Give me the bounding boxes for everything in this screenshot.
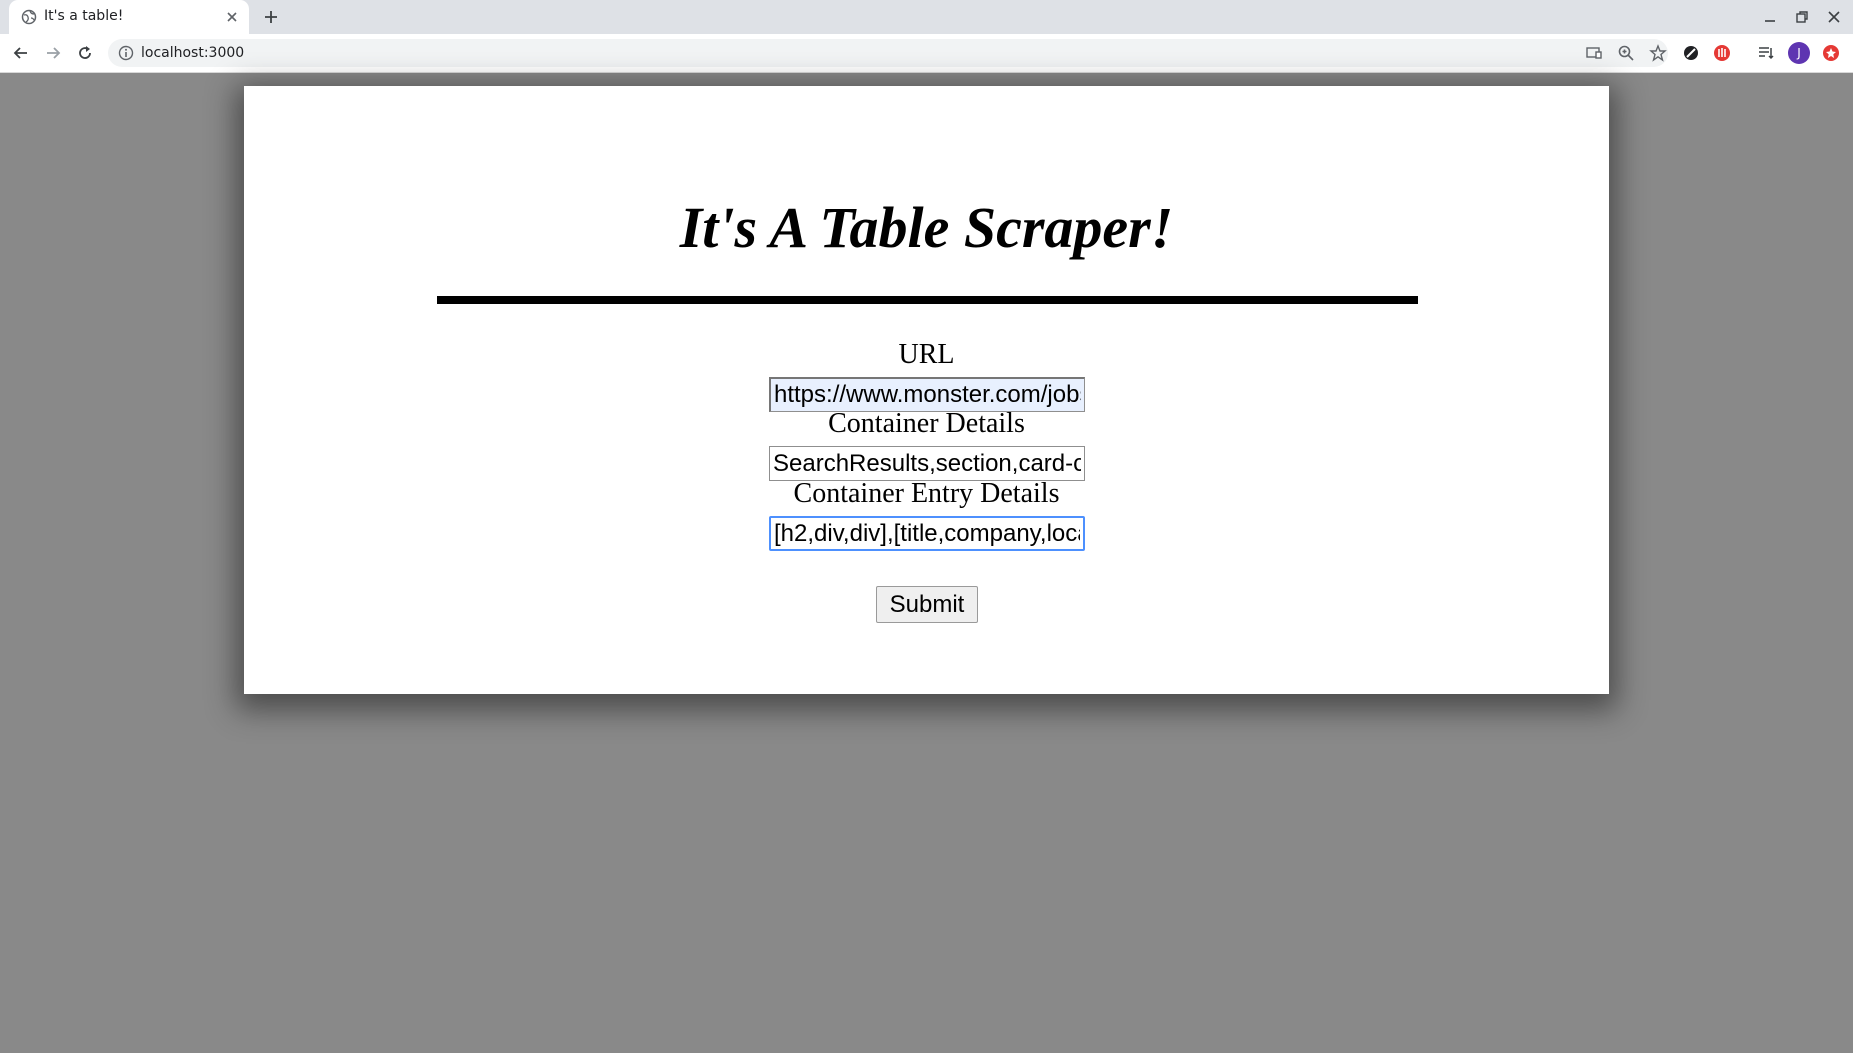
- close-window-icon[interactable]: [1826, 9, 1842, 25]
- close-tab-icon[interactable]: [224, 9, 240, 25]
- address-bar[interactable]: localhost:3000: [108, 39, 1668, 67]
- info-icon[interactable]: [118, 45, 134, 61]
- scraper-card: It's A Table Scraper! URL Container Deta…: [244, 86, 1609, 694]
- url-input[interactable]: [769, 377, 1085, 412]
- bookmark-star-icon[interactable]: [1649, 44, 1667, 62]
- url-label: URL: [898, 339, 955, 370]
- forward-arrow-icon[interactable]: [44, 44, 62, 62]
- browser-toolbar: localhost:3000 J: [0, 34, 1853, 73]
- scraper-form: URL Container Details Container Entry De…: [244, 86, 1609, 694]
- zoom-icon[interactable]: [1617, 44, 1635, 62]
- profile-avatar[interactable]: J: [1788, 42, 1810, 64]
- page-viewport: It's A Table Scraper! URL Container Deta…: [0, 73, 1853, 1053]
- restore-icon[interactable]: [1794, 9, 1810, 25]
- container-details-input[interactable]: [769, 446, 1085, 481]
- extension-blocker-icon[interactable]: [1682, 44, 1700, 62]
- cast-icon[interactable]: [1585, 44, 1603, 62]
- address-text: localhost:3000: [141, 45, 245, 61]
- container-entry-details-input[interactable]: [769, 516, 1085, 551]
- reload-icon[interactable]: [76, 44, 94, 62]
- submit-button[interactable]: Submit: [876, 586, 978, 623]
- browser-tab[interactable]: It's a table!: [9, 0, 249, 34]
- container-entry-details-label: Container Entry Details: [793, 478, 1060, 509]
- extension-shield-icon[interactable]: [1713, 44, 1731, 62]
- tab-strip: It's a table!: [0, 0, 1853, 34]
- tab-title: It's a table!: [44, 8, 124, 24]
- minimize-icon[interactable]: [1762, 9, 1778, 25]
- back-arrow-icon[interactable]: [12, 44, 30, 62]
- extension-red-icon[interactable]: [1822, 44, 1840, 62]
- reading-list-icon[interactable]: [1757, 44, 1775, 62]
- globe-icon: [21, 9, 37, 25]
- container-details-label: Container Details: [828, 408, 1025, 439]
- new-tab-icon[interactable]: [262, 8, 280, 26]
